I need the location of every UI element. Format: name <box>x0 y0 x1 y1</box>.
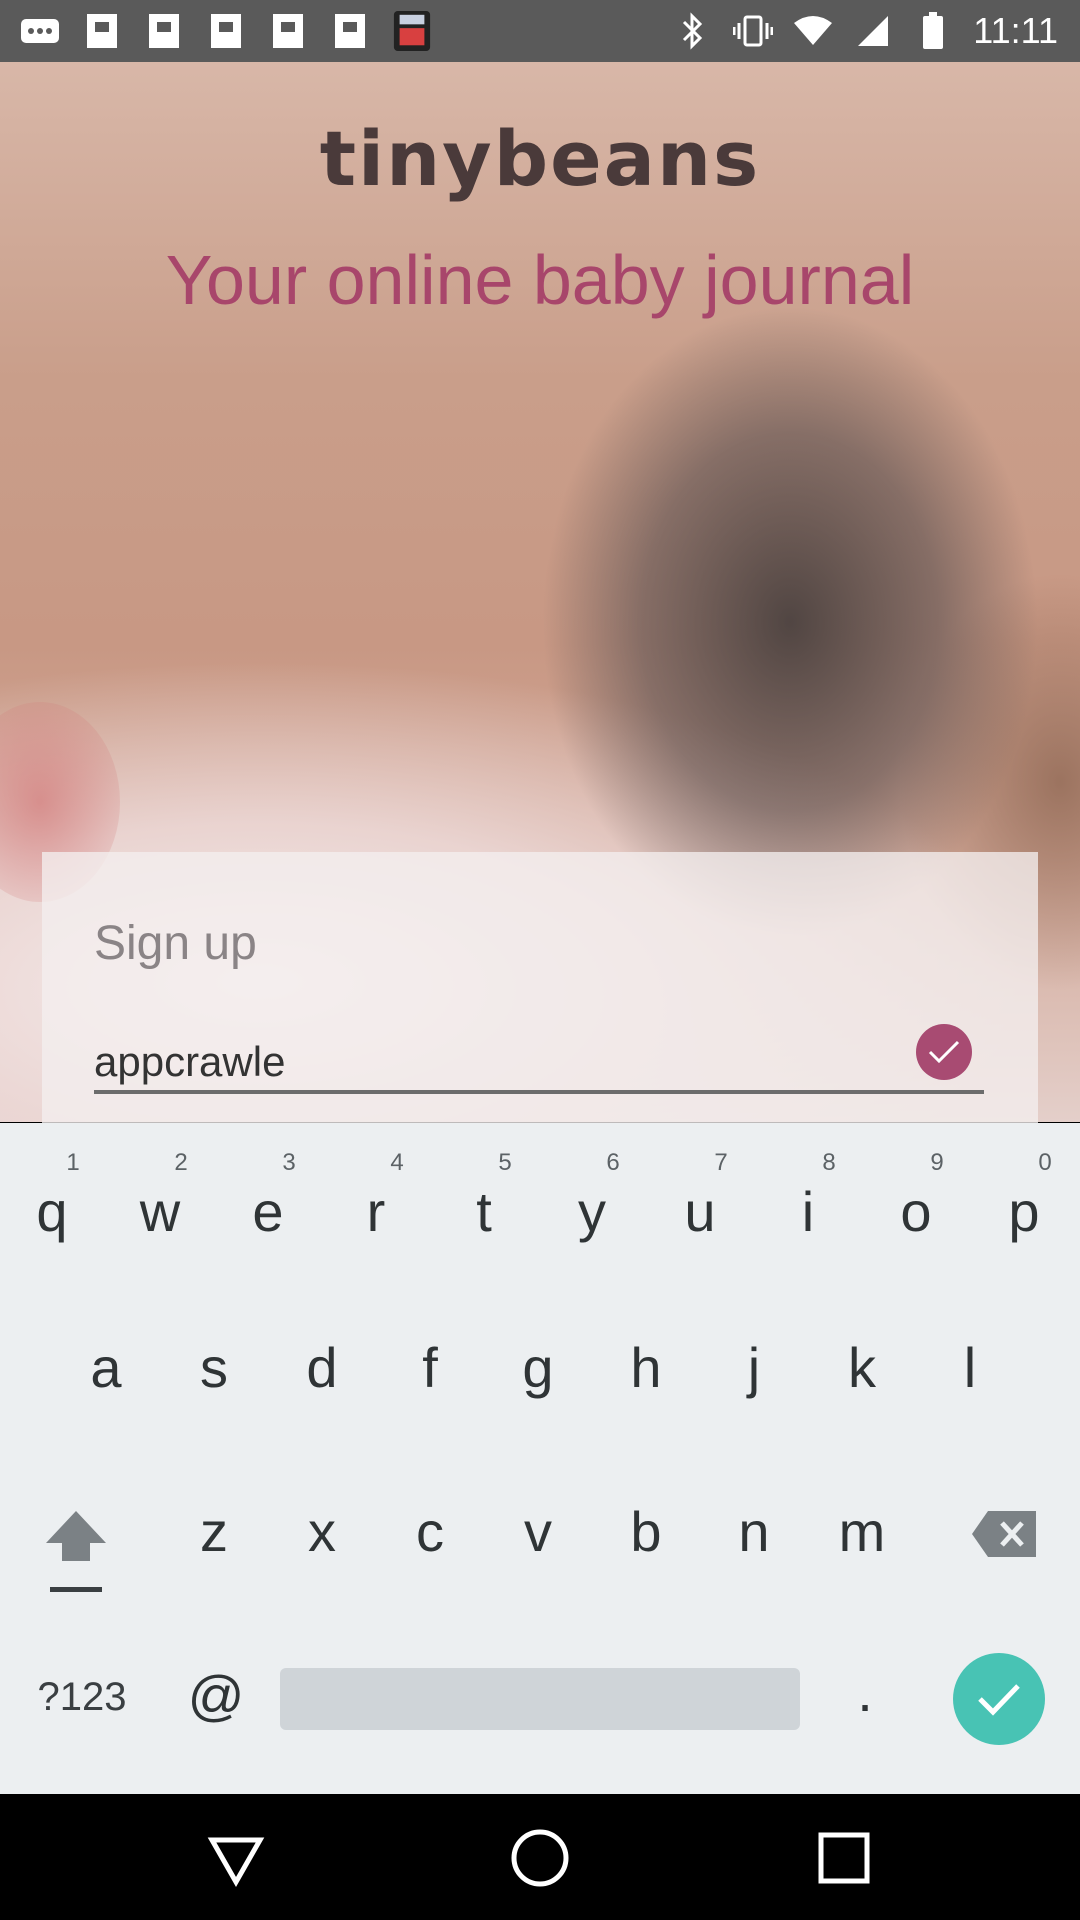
signal-icon <box>853 11 893 51</box>
key-label: u <box>684 1180 716 1243</box>
photo-icon <box>82 11 122 51</box>
key-label: t <box>476 1180 492 1243</box>
key-p[interactable]: 0p <box>974 1149 1074 1244</box>
key-label: e <box>252 1180 284 1243</box>
bluetooth-icon <box>673 11 713 51</box>
key-o[interactable]: 9o <box>866 1149 966 1244</box>
username-field[interactable]: appcrawle <box>94 1024 984 1094</box>
spacebar[interactable] <box>280 1668 800 1730</box>
key-hint: 8 <box>822 1149 836 1176</box>
key-hint: 1 <box>66 1149 80 1176</box>
key-label: i <box>801 1180 815 1243</box>
enter-key[interactable] <box>953 1653 1045 1745</box>
tagline: Your online baby journal <box>165 241 915 319</box>
key-d[interactable]: d <box>272 1335 372 1400</box>
key-j[interactable]: j <box>704 1335 804 1400</box>
backspace-key[interactable] <box>970 1509 1040 1559</box>
key-q[interactable]: 1q <box>2 1149 102 1244</box>
key-label: o <box>900 1180 932 1243</box>
key-y[interactable]: 6y <box>542 1149 642 1244</box>
signup-card: Sign up appcrawle <box>42 852 1038 1124</box>
photo-icon <box>206 11 246 51</box>
notification-icons <box>20 10 432 52</box>
key-f[interactable]: f <box>380 1335 480 1400</box>
period-key[interactable]: . <box>830 1659 900 1724</box>
key-l[interactable]: l <box>920 1335 1020 1400</box>
key-hint: 7 <box>714 1149 728 1176</box>
key-g[interactable]: g <box>488 1335 588 1400</box>
key-n[interactable]: n <box>704 1499 804 1564</box>
battery-icon <box>913 11 953 51</box>
app-logo: tinybeans <box>319 114 761 203</box>
key-label: p <box>1008 1180 1040 1243</box>
key-r[interactable]: 4r <box>326 1149 426 1244</box>
keyboard: 1q2w3e4r5t6y7u8i9o0p asdfghjkl zxcvbnm ?… <box>0 1123 1080 1794</box>
key-s[interactable]: s <box>164 1335 264 1400</box>
key-h[interactable]: h <box>596 1335 696 1400</box>
key-label: r <box>366 1180 386 1243</box>
key-hint: 0 <box>1038 1149 1052 1176</box>
recents-icon[interactable] <box>812 1826 876 1890</box>
key-z[interactable]: z <box>164 1499 264 1564</box>
username-value[interactable]: appcrawle <box>94 1038 285 1086</box>
key-k[interactable]: k <box>812 1335 912 1400</box>
status-bar: 11:11 <box>0 0 1080 62</box>
valid-check-icon <box>916 1024 972 1080</box>
key-w[interactable]: 2w <box>110 1149 210 1244</box>
key-label: q <box>36 1180 68 1243</box>
wifi-icon <box>793 11 833 51</box>
key-hint: 5 <box>498 1149 512 1176</box>
more-icon <box>20 11 60 51</box>
key-hint: 6 <box>606 1149 620 1176</box>
photo-icon <box>268 11 308 51</box>
status-time: 11:11 <box>973 10 1058 51</box>
symbols-key[interactable]: ?123 <box>22 1675 142 1720</box>
key-u[interactable]: 7u <box>650 1149 750 1244</box>
back-icon[interactable] <box>204 1826 268 1890</box>
key-hint: 9 <box>930 1149 944 1176</box>
key-hint: 4 <box>390 1149 404 1176</box>
key-label: y <box>578 1180 606 1243</box>
key-hint: 2 <box>174 1149 188 1176</box>
photo-icon <box>144 11 184 51</box>
system-icons: 11:11 <box>673 10 1058 52</box>
signup-title: Sign up <box>94 917 257 970</box>
photo-icon <box>330 11 370 51</box>
home-icon[interactable] <box>508 1826 572 1890</box>
key-v[interactable]: v <box>488 1499 588 1564</box>
navigation-bar <box>0 1794 1080 1920</box>
key-x[interactable]: x <box>272 1499 372 1564</box>
key-hint: 3 <box>282 1149 296 1176</box>
app-thumbnail-icon <box>392 11 432 51</box>
key-c[interactable]: c <box>380 1499 480 1564</box>
at-key[interactable]: @ <box>176 1663 256 1728</box>
key-a[interactable]: a <box>56 1335 156 1400</box>
key-m[interactable]: m <box>812 1499 912 1564</box>
key-b[interactable]: b <box>596 1499 696 1564</box>
key-t[interactable]: 5t <box>434 1149 534 1244</box>
key-label: w <box>139 1180 181 1243</box>
key-e[interactable]: 3e <box>218 1149 318 1244</box>
vibrate-icon <box>733 11 774 51</box>
key-i[interactable]: 8i <box>758 1149 858 1244</box>
shift-key[interactable] <box>40 1503 112 1599</box>
